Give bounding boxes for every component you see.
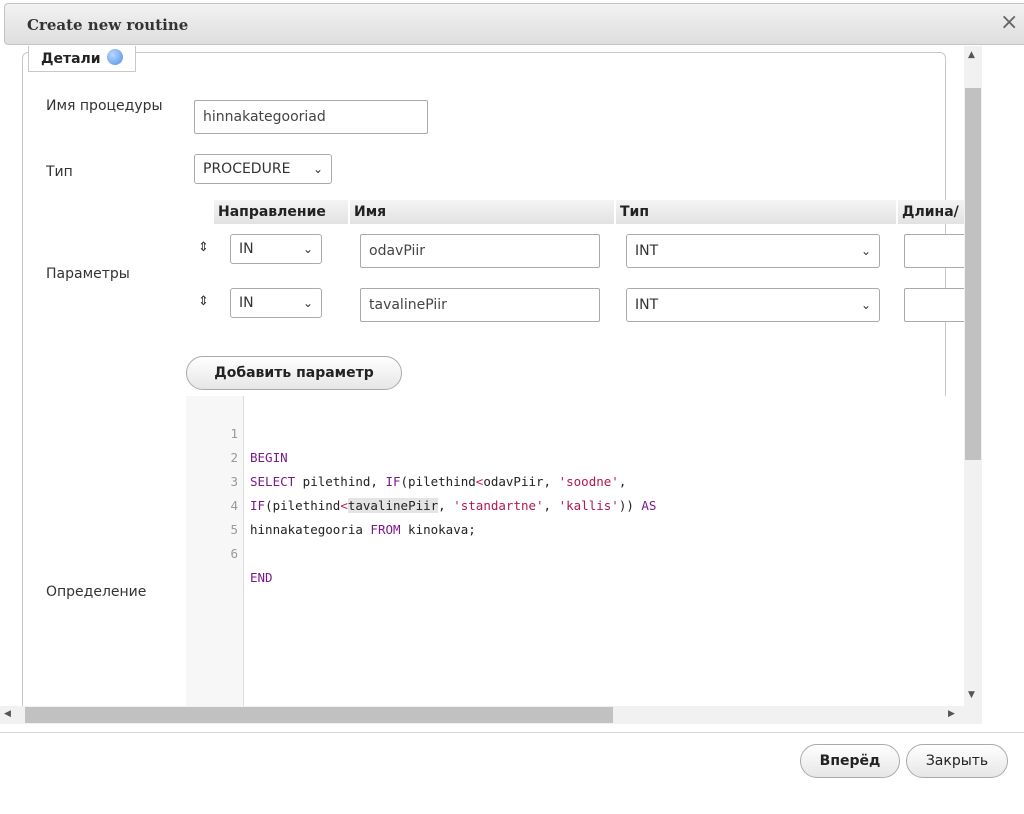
params-header-direction: Направление	[214, 200, 348, 224]
scroll-corner	[964, 706, 982, 724]
scroll-up-icon[interactable]: ▲	[968, 50, 975, 60]
param-direction-select[interactable]: IN ⌄	[230, 288, 322, 318]
param-name-input[interactable]: odavPiir	[360, 234, 600, 268]
param-type-value: INT	[635, 297, 659, 313]
param-type-select[interactable]: INT ⌄	[626, 234, 880, 268]
scroll-right-icon[interactable]: ▶	[948, 709, 955, 719]
routine-name-input[interactable]: hinnakategooriad	[194, 100, 428, 134]
dialog-title: Create new routine	[27, 16, 189, 34]
chevron-down-icon: ⌄	[860, 244, 871, 258]
definition-editor[interactable]: 1 BEGIN 2 SELECT pilethind, IF(pilethind…	[186, 396, 984, 706]
routine-name-label: Имя процедуры	[46, 98, 163, 114]
code-token: END	[250, 570, 273, 585]
routine-type-value: PROCEDURE	[203, 161, 291, 177]
code-line: 1 BEGIN	[186, 398, 946, 465]
help-icon[interactable]	[106, 49, 123, 65]
chevron-down-icon: ⌄	[312, 162, 323, 176]
scroll-left-icon[interactable]: ◀	[4, 709, 11, 719]
routine-type-label: Тип	[46, 164, 73, 180]
scroll-down-icon[interactable]: ▼	[968, 690, 975, 700]
chevron-down-icon: ⌄	[860, 298, 871, 312]
code-line: 5	[186, 494, 946, 537]
next-button[interactable]: Вперёд	[800, 744, 900, 778]
details-legend: Детали	[28, 46, 136, 72]
details-legend-label: Детали	[41, 51, 101, 67]
param-type-select[interactable]: INT ⌄	[626, 288, 880, 322]
chevron-down-icon: ⌄	[302, 242, 313, 256]
chevron-down-icon: ⌄	[302, 296, 313, 310]
vertical-scrollbar[interactable]: ▲ ▼	[964, 46, 982, 706]
line-number: 6	[230, 546, 238, 561]
routine-type-select[interactable]: PROCEDURE ⌄	[194, 154, 332, 184]
code-line: 3 IF(pilethind<tavalinePiir, 'standartne…	[186, 446, 946, 513]
horizontal-scroll-thumb[interactable]	[25, 707, 613, 723]
param-direction-value: IN	[239, 241, 254, 257]
vertical-scroll-thumb[interactable]	[965, 88, 981, 460]
param-type-value: INT	[635, 243, 659, 259]
params-header-length: Длина/	[898, 200, 968, 224]
params-label: Параметры	[46, 266, 130, 282]
params-header-name: Имя	[350, 200, 614, 224]
drag-handle-icon[interactable]: ⇕	[198, 294, 209, 309]
param-direction-value: IN	[239, 295, 254, 311]
footer-separator	[0, 732, 1024, 733]
dialog-titlebar: Create new routine	[4, 3, 1024, 45]
close-icon[interactable]: ×	[1000, 12, 1020, 34]
code-line: 4 hinnakategooria FROM kinokava;	[186, 470, 946, 537]
drag-handle-icon[interactable]: ⇕	[198, 240, 209, 255]
code-line: 2 SELECT pilethind, IF(pilethind<odavPii…	[186, 422, 946, 489]
param-name-input[interactable]: tavalinePiir	[360, 288, 600, 322]
definition-label: Определение	[46, 584, 147, 600]
params-header-type: Тип	[616, 200, 896, 224]
param-direction-select[interactable]: IN ⌄	[230, 234, 322, 264]
code-line: 6 END	[186, 518, 946, 585]
add-parameter-button[interactable]: Добавить параметр	[186, 356, 402, 390]
dialog-content: Детали Имя процедуры hinnakategooriad Ти…	[0, 46, 984, 706]
close-button[interactable]: Закрыть	[906, 744, 1008, 778]
horizontal-scrollbar[interactable]: ◀ ▶	[0, 706, 982, 724]
